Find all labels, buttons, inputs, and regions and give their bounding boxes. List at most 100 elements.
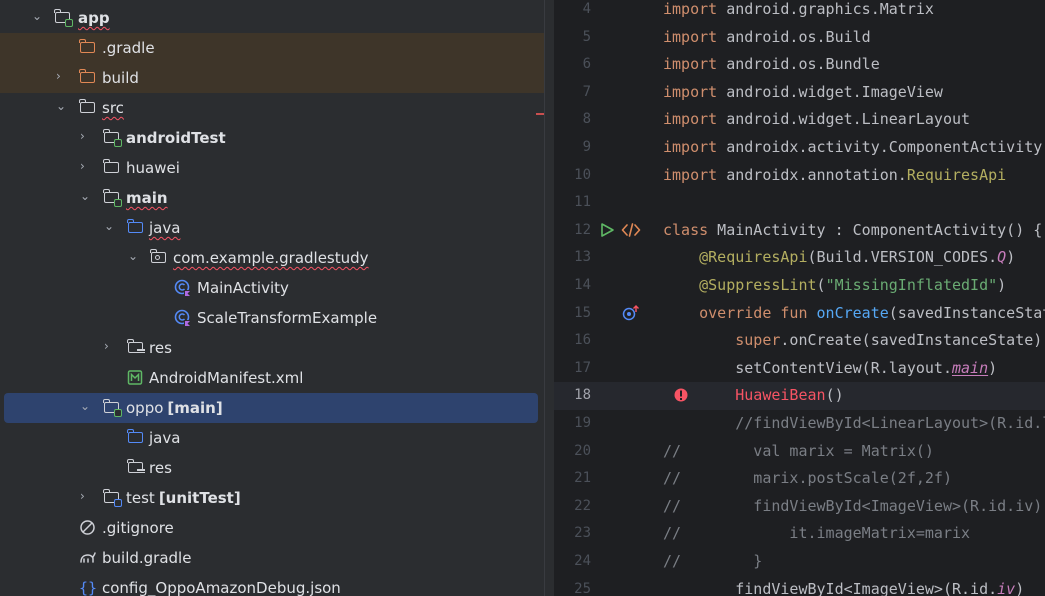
tree-item-config-json[interactable]: {} config_OppoAmazonDebug.json	[0, 573, 544, 596]
tree-item-label: ScaleTransformExample	[197, 309, 378, 327]
tree-item-huawei[interactable]: › huawei	[0, 153, 544, 183]
chevron-right-icon[interactable]: ›	[56, 70, 68, 82]
chevron-down-icon[interactable]: ⌄	[80, 190, 92, 202]
excluded-folder-icon	[79, 69, 97, 87]
tree-item-oppo[interactable]: ⌄ oppo [main]	[4, 393, 538, 423]
line-number: 4	[582, 1, 591, 17]
chevron-down-icon[interactable]: ⌄	[32, 10, 44, 22]
tree-item-gitignore[interactable]: .gitignore	[0, 513, 544, 543]
tree-item-label: app	[78, 9, 110, 27]
tree-item-androidtest[interactable]: › androidTest	[0, 123, 544, 153]
tree-item-label: huawei	[126, 159, 180, 177]
code-line: 22 // findViewById<ImageView>(R.id.iv).a…	[554, 493, 1045, 521]
tree-item-label: .gitignore	[102, 519, 174, 537]
code-line: 4 import android.graphics.Matrix	[554, 0, 1045, 24]
line-number: 16	[574, 332, 591, 349]
code-text: HuaweiBean()	[735, 386, 844, 405]
override-gutter-icon[interactable]	[622, 304, 640, 326]
code-line: 5 import android.os.Build	[554, 24, 1045, 52]
tree-item-label: java	[149, 219, 181, 237]
line-number: 20	[574, 442, 591, 459]
tree-item-main[interactable]: ⌄ main	[0, 183, 544, 213]
manifest-file-icon	[127, 369, 145, 387]
chevron-down-icon[interactable]: ⌄	[104, 220, 116, 232]
tree-item-label: main	[126, 189, 168, 207]
excluded-folder-icon	[79, 39, 97, 57]
panel-splitter[interactable]	[544, 0, 554, 596]
code-line: 19 //findViewById<LinearLayout>(R.id.ll)	[554, 410, 1045, 438]
tree-item-oppo-res[interactable]: res	[0, 453, 544, 483]
tree-item-label: oppo [main]	[126, 399, 223, 417]
tree-item-build-gradle[interactable]: build.gradle	[0, 543, 544, 573]
line-number: 7	[582, 83, 591, 100]
line-number: 8	[582, 111, 591, 128]
line-number: 24	[574, 553, 591, 569]
line-number: 21	[574, 470, 591, 487]
chevron-down-icon[interactable]: ⌄	[128, 250, 140, 262]
code-line: 10 import androidx.annotation.RequiresAp…	[554, 162, 1045, 190]
run-gutter-icon[interactable]	[599, 222, 615, 242]
code-line: 6 import android.os.Bundle	[554, 51, 1045, 79]
json-file-icon: {}	[79, 579, 98, 596]
code-line: 17 setContentView(R.layout.main)	[554, 355, 1045, 383]
tree-item-java[interactable]: ⌄ java	[0, 213, 544, 243]
package-icon	[150, 249, 168, 267]
chevron-right-icon[interactable]: ›	[80, 130, 92, 142]
code-text: import android.widget.ImageView	[663, 82, 943, 101]
code-line: 12 class MainActivity : ComponentActivit…	[554, 217, 1045, 245]
code-line: 16 super.onCreate(savedInstanceState)	[554, 327, 1045, 355]
chevron-right-icon[interactable]: ›	[104, 340, 116, 352]
tree-item-src[interactable]: ⌄ src	[0, 93, 544, 123]
tree-item-oppo-java[interactable]: java	[0, 423, 544, 453]
chevron-down-icon[interactable]: ⌄	[56, 100, 68, 112]
resource-folder-icon	[127, 339, 145, 357]
tree-item-mainactivity[interactable]: MainActivity	[0, 273, 544, 303]
line-number: 15	[574, 304, 591, 321]
line-number: 18	[574, 387, 591, 404]
code-line: 9 import androidx.activity.ComponentActi…	[554, 134, 1045, 162]
kotlin-class-icon	[174, 279, 192, 297]
line-number: 5	[582, 28, 591, 45]
tree-item-label: src	[102, 99, 124, 117]
test-folder-icon	[103, 489, 122, 507]
tree-item-app[interactable]: ⌄ app	[0, 3, 544, 33]
line-number: 23	[574, 525, 591, 542]
code-text: findViewById<ImageView>(R.id.iv)	[663, 579, 1025, 596]
code-text: @RequiresApi(Build.VERSION_CODES.Q)	[699, 248, 1016, 267]
chevron-right-icon[interactable]: ›	[80, 160, 92, 172]
tree-item-label: build	[102, 69, 139, 87]
code-text: class MainActivity : ComponentActivity()…	[663, 220, 1043, 239]
code-text: // }	[663, 552, 763, 570]
code-text: setContentView(R.layout.main)	[663, 358, 998, 377]
code-text: import androidx.annotation.RequiresApi	[663, 165, 1007, 184]
code-line: 7 import android.widget.ImageView	[554, 79, 1045, 107]
gradle-file-icon	[79, 549, 97, 567]
chevron-down-icon[interactable]: ⌄	[80, 400, 92, 412]
project-tree-panel: ⌄ app .gradle › build ⌄ src › androidTes…	[0, 0, 544, 596]
tree-item-test[interactable]: › test [unitTest]	[0, 483, 544, 513]
tree-item-label: androidTest	[126, 129, 226, 147]
tree-item-gradle[interactable]: .gradle	[0, 33, 544, 63]
line-number: 25	[574, 580, 591, 596]
kotlin-class-icon	[174, 309, 192, 327]
line-number: 10	[574, 166, 591, 183]
module-folder-icon	[54, 9, 73, 27]
folder-icon	[103, 159, 121, 177]
tree-item-androidmanifest[interactable]: AndroidManifest.xml	[0, 363, 544, 393]
code-line: 15 override fun onCreate(savedInstanceSt…	[554, 300, 1045, 328]
source-set-folder-icon	[103, 189, 122, 207]
code-text: import android.graphics.Matrix	[663, 0, 934, 18]
folder-icon	[79, 99, 97, 117]
tree-item-build[interactable]: › build	[0, 63, 544, 93]
tree-item-package[interactable]: ⌄ com.example.gradlestudy	[0, 243, 544, 273]
chevron-right-icon[interactable]: ›	[80, 490, 92, 502]
code-text: // findViewById<ImageView>(R.id.iv).appl…	[663, 496, 1045, 515]
source-set-folder-icon	[103, 399, 122, 417]
code-text: import androidx.activity.ComponentActivi…	[663, 138, 1043, 156]
tree-item-label: res	[149, 459, 172, 477]
tree-item-res[interactable]: › res	[0, 333, 544, 363]
code-tag-icon[interactable]	[621, 222, 641, 242]
tree-item-label: config_OppoAmazonDebug.json	[102, 579, 341, 596]
code-editor[interactable]: 4 import android.graphics.Matrix 5 impor…	[554, 0, 1045, 596]
tree-item-scaletransformexample[interactable]: ScaleTransformExample	[0, 303, 544, 333]
